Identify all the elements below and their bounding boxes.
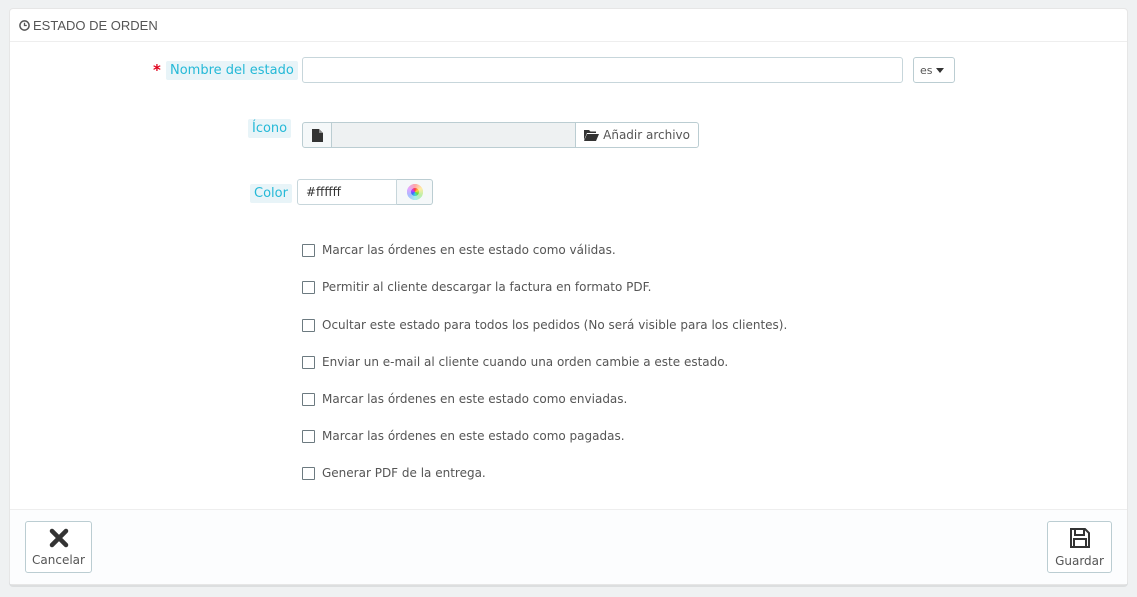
checkbox-row-send-email[interactable]: Enviar un e-mail al cliente cuando una o… bbox=[302, 354, 728, 370]
checkbox-label: Marcar las órdenes en este estado como e… bbox=[322, 392, 628, 406]
state-name-input[interactable] bbox=[302, 57, 903, 83]
color-picker-button[interactable] bbox=[397, 179, 433, 205]
checkbox-row-hidden[interactable]: Ocultar este estado para todos los pedid… bbox=[302, 317, 787, 333]
icon-file-group: Añadir archivo bbox=[302, 122, 699, 148]
checkbox-label: Generar PDF de la entrega. bbox=[322, 466, 486, 480]
checkbox[interactable] bbox=[302, 355, 315, 369]
panel-heading: ESTADO DE ORDEN bbox=[10, 9, 1127, 42]
save-label: Guardar bbox=[1055, 554, 1104, 568]
color-field-label: Color bbox=[250, 184, 292, 203]
folder-open-icon bbox=[584, 130, 600, 141]
checkbox-row-shipped[interactable]: Marcar las órdenes en este estado como e… bbox=[302, 391, 627, 407]
checkbox-label: Permitir al cliente descargar la factura… bbox=[322, 280, 652, 294]
checkbox-row-invoice[interactable]: Permitir al cliente descargar la factura… bbox=[302, 279, 651, 295]
cancel-label: Cancelar bbox=[32, 553, 85, 567]
color-group bbox=[297, 179, 433, 205]
checkbox-label: Enviar un e-mail al cliente cuando una o… bbox=[322, 355, 729, 369]
add-file-button[interactable]: Añadir archivo bbox=[575, 122, 699, 148]
checkbox[interactable] bbox=[302, 280, 315, 294]
checkbox-row-valid[interactable]: Marcar las órdenes en este estado como v… bbox=[302, 242, 616, 258]
checkbox[interactable] bbox=[302, 392, 315, 406]
file-addon bbox=[302, 122, 332, 148]
save-icon bbox=[1069, 528, 1090, 548]
required-marker: * bbox=[153, 61, 161, 79]
panel-footer: Cancelar Guardar bbox=[10, 509, 1127, 584]
checkbox-label: Ocultar este estado para todos los pedid… bbox=[322, 318, 788, 332]
checkbox[interactable] bbox=[302, 243, 315, 257]
checkbox-label: Marcar las órdenes en este estado como p… bbox=[322, 429, 625, 443]
cancel-button[interactable]: Cancelar bbox=[25, 521, 92, 573]
file-name-display[interactable] bbox=[332, 122, 576, 148]
close-icon bbox=[49, 528, 68, 548]
order-state-panel: ESTADO DE ORDEN * Nombre del estado es Í… bbox=[9, 8, 1128, 585]
name-field-label: Nombre del estado bbox=[166, 61, 298, 80]
color-wheel-icon bbox=[406, 184, 423, 200]
checkbox[interactable] bbox=[302, 318, 315, 332]
language-code: es bbox=[920, 63, 933, 77]
language-selector[interactable]: es bbox=[913, 57, 955, 83]
icon-field-label: Ícono bbox=[248, 119, 292, 138]
checkbox-label: Marcar las órdenes en este estado como v… bbox=[322, 243, 616, 257]
color-input[interactable] bbox=[297, 179, 397, 205]
checkbox-row-paid[interactable]: Marcar las órdenes en este estado como p… bbox=[302, 428, 625, 444]
checkbox[interactable] bbox=[302, 466, 315, 480]
checkbox[interactable] bbox=[302, 429, 315, 443]
checkbox-row-delivery-pdf[interactable]: Generar PDF de la entrega. bbox=[302, 465, 486, 481]
save-button[interactable]: Guardar bbox=[1047, 521, 1112, 573]
add-file-label: Añadir archivo bbox=[603, 128, 690, 142]
file-icon bbox=[311, 128, 323, 142]
caret-down-icon bbox=[935, 67, 944, 73]
clock-icon bbox=[19, 19, 30, 31]
panel-title: ESTADO DE ORDEN bbox=[33, 17, 158, 33]
